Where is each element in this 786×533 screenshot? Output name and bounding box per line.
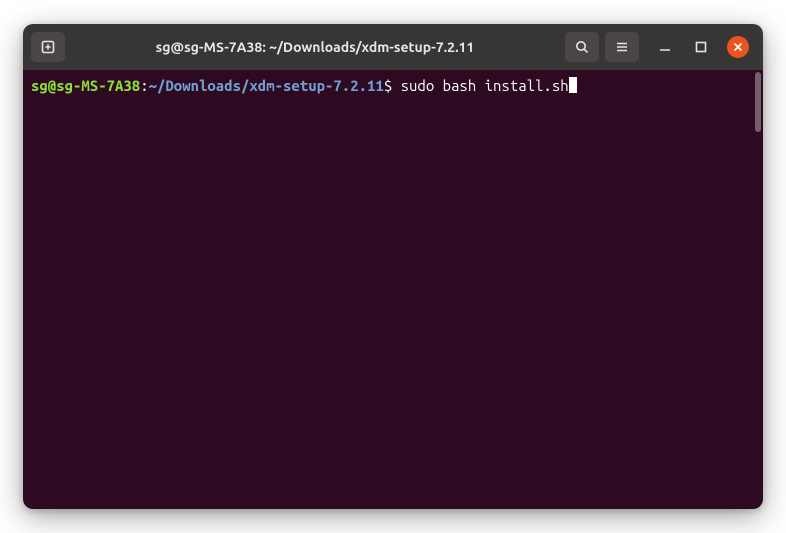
- prompt-path: ~/Downloads/xdm-setup-7.2.11: [149, 77, 384, 94]
- scrollbar-thumb[interactable]: [755, 72, 761, 132]
- prompt-colon: :: [140, 77, 148, 94]
- menu-button[interactable]: [605, 32, 639, 62]
- search-button[interactable]: [565, 32, 599, 62]
- new-tab-button[interactable]: [31, 32, 65, 62]
- prompt-dollar: $: [384, 77, 401, 94]
- maximize-button[interactable]: [691, 37, 711, 57]
- terminal-area[interactable]: sg@sg-MS-7A38:~/Downloads/xdm-setup-7.2.…: [23, 70, 763, 509]
- window-title: sg@sg-MS-7A38: ~/Downloads/xdm-setup-7.2…: [71, 39, 559, 55]
- minimize-button[interactable]: [655, 37, 675, 57]
- prompt-line: sg@sg-MS-7A38:~/Downloads/xdm-setup-7.2.…: [31, 76, 755, 96]
- prompt-user-host: sg@sg-MS-7A38: [31, 77, 140, 94]
- titlebar: sg@sg-MS-7A38: ~/Downloads/xdm-setup-7.2…: [23, 24, 763, 70]
- window-controls: [645, 36, 755, 58]
- command-text: sudo bash install.sh: [401, 77, 569, 94]
- close-button[interactable]: [727, 36, 749, 58]
- terminal-window: sg@sg-MS-7A38: ~/Downloads/xdm-setup-7.2…: [23, 24, 763, 509]
- cursor: [569, 77, 577, 93]
